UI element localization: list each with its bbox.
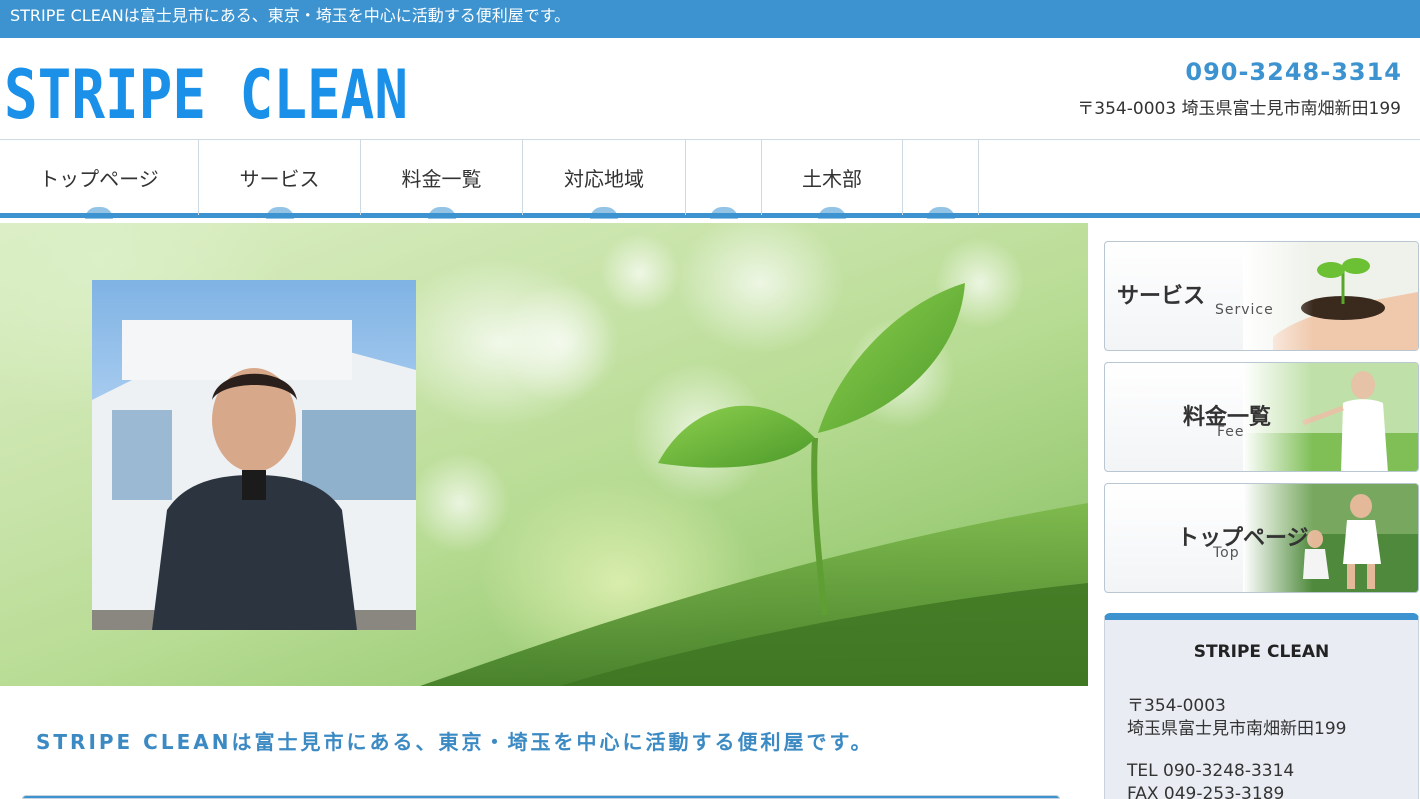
site-logo[interactable]: STRIPE CLEAN: [4, 46, 412, 124]
announcement-text: STRIPE CLEANは富士見市にある、東京・埼玉を中心に活動する便利屋です。: [10, 6, 571, 25]
sidebar-button-sub: Top: [1213, 545, 1240, 561]
nav-item-top[interactable]: トップページ: [0, 140, 199, 219]
nav-label: 対応地域: [564, 167, 644, 191]
company-tel[interactable]: TEL 090-3248-3314: [1127, 761, 1294, 781]
nav-item-blank-1[interactable]: [686, 140, 762, 219]
top-announcement-bar: STRIPE CLEANは富士見市にある、東京・埼玉を中心に活動する便利屋です。: [0, 0, 1420, 38]
main-tagline: STRIPE CLEANは富士見市にある、東京・埼玉を中心に活動する便利屋です。: [36, 730, 874, 754]
company-name: STRIPE CLEAN: [1193, 642, 1330, 662]
sidebar-button-service[interactable]: サービス Service: [1104, 241, 1419, 351]
company-info-box: STRIPE CLEAN 〒354-0003 埼玉県富士見市南畑新田199 TE…: [1104, 613, 1419, 799]
sidebar-button-label: トップページ: [1177, 526, 1309, 551]
nav-item-civil[interactable]: 土木部: [762, 140, 903, 219]
nav-item-area[interactable]: 対応地域: [523, 140, 686, 219]
sidebar: サービス Service 料金一覧 Fee トップページ Top: [1104, 241, 1419, 604]
nav-item-service[interactable]: サービス: [199, 140, 361, 219]
header-address: 〒354-0003 埼玉県富士見市南畑新田199: [1077, 99, 1401, 119]
global-nav: トップページ サービス 料金一覧 対応地域 土木部: [0, 140, 1420, 219]
sidebar-button-sub: Fee: [1217, 424, 1245, 440]
nav-dot-icon: [709, 207, 738, 219]
sidebar-button-fee[interactable]: 料金一覧 Fee: [1104, 362, 1419, 472]
nav-item-blank-2[interactable]: [903, 140, 979, 219]
nav-label: サービス: [239, 167, 320, 191]
site-header: STRIPE CLEAN 090-3248-3314 〒354-0003 埼玉県…: [0, 38, 1420, 140]
company-postal: 〒354-0003: [1127, 696, 1226, 716]
owner-photo: [92, 280, 416, 630]
nav-label: トップページ: [39, 167, 159, 191]
nav-dot-icon: [427, 207, 456, 219]
nav-dot-icon: [926, 207, 955, 219]
nav-dot-icon: [590, 207, 618, 219]
sidebar-button-sub: Service: [1215, 302, 1274, 318]
company-address: 埼玉県富士見市南畑新田199: [1127, 719, 1347, 739]
hands-seedling-icon: [1243, 242, 1418, 350]
sidebar-button-top[interactable]: トップページ Top: [1104, 483, 1419, 593]
company-fax: FAX 049-253-3189: [1127, 784, 1285, 799]
content-box-top: [22, 795, 1060, 799]
nav-dot-icon: [818, 207, 846, 219]
nav-dot-icon: [85, 207, 113, 219]
hero-image: [0, 223, 1088, 686]
logo-text: STRIPE CLEAN: [4, 56, 408, 124]
nav-item-fee[interactable]: 料金一覧: [361, 140, 523, 219]
nav-label: 料金一覧: [401, 167, 482, 191]
nav-label: 土木部: [802, 167, 862, 191]
sidebar-button-label: サービス: [1117, 284, 1206, 309]
nav-dot-icon: [265, 207, 294, 219]
header-phone[interactable]: 090-3248-3314: [1185, 58, 1402, 86]
